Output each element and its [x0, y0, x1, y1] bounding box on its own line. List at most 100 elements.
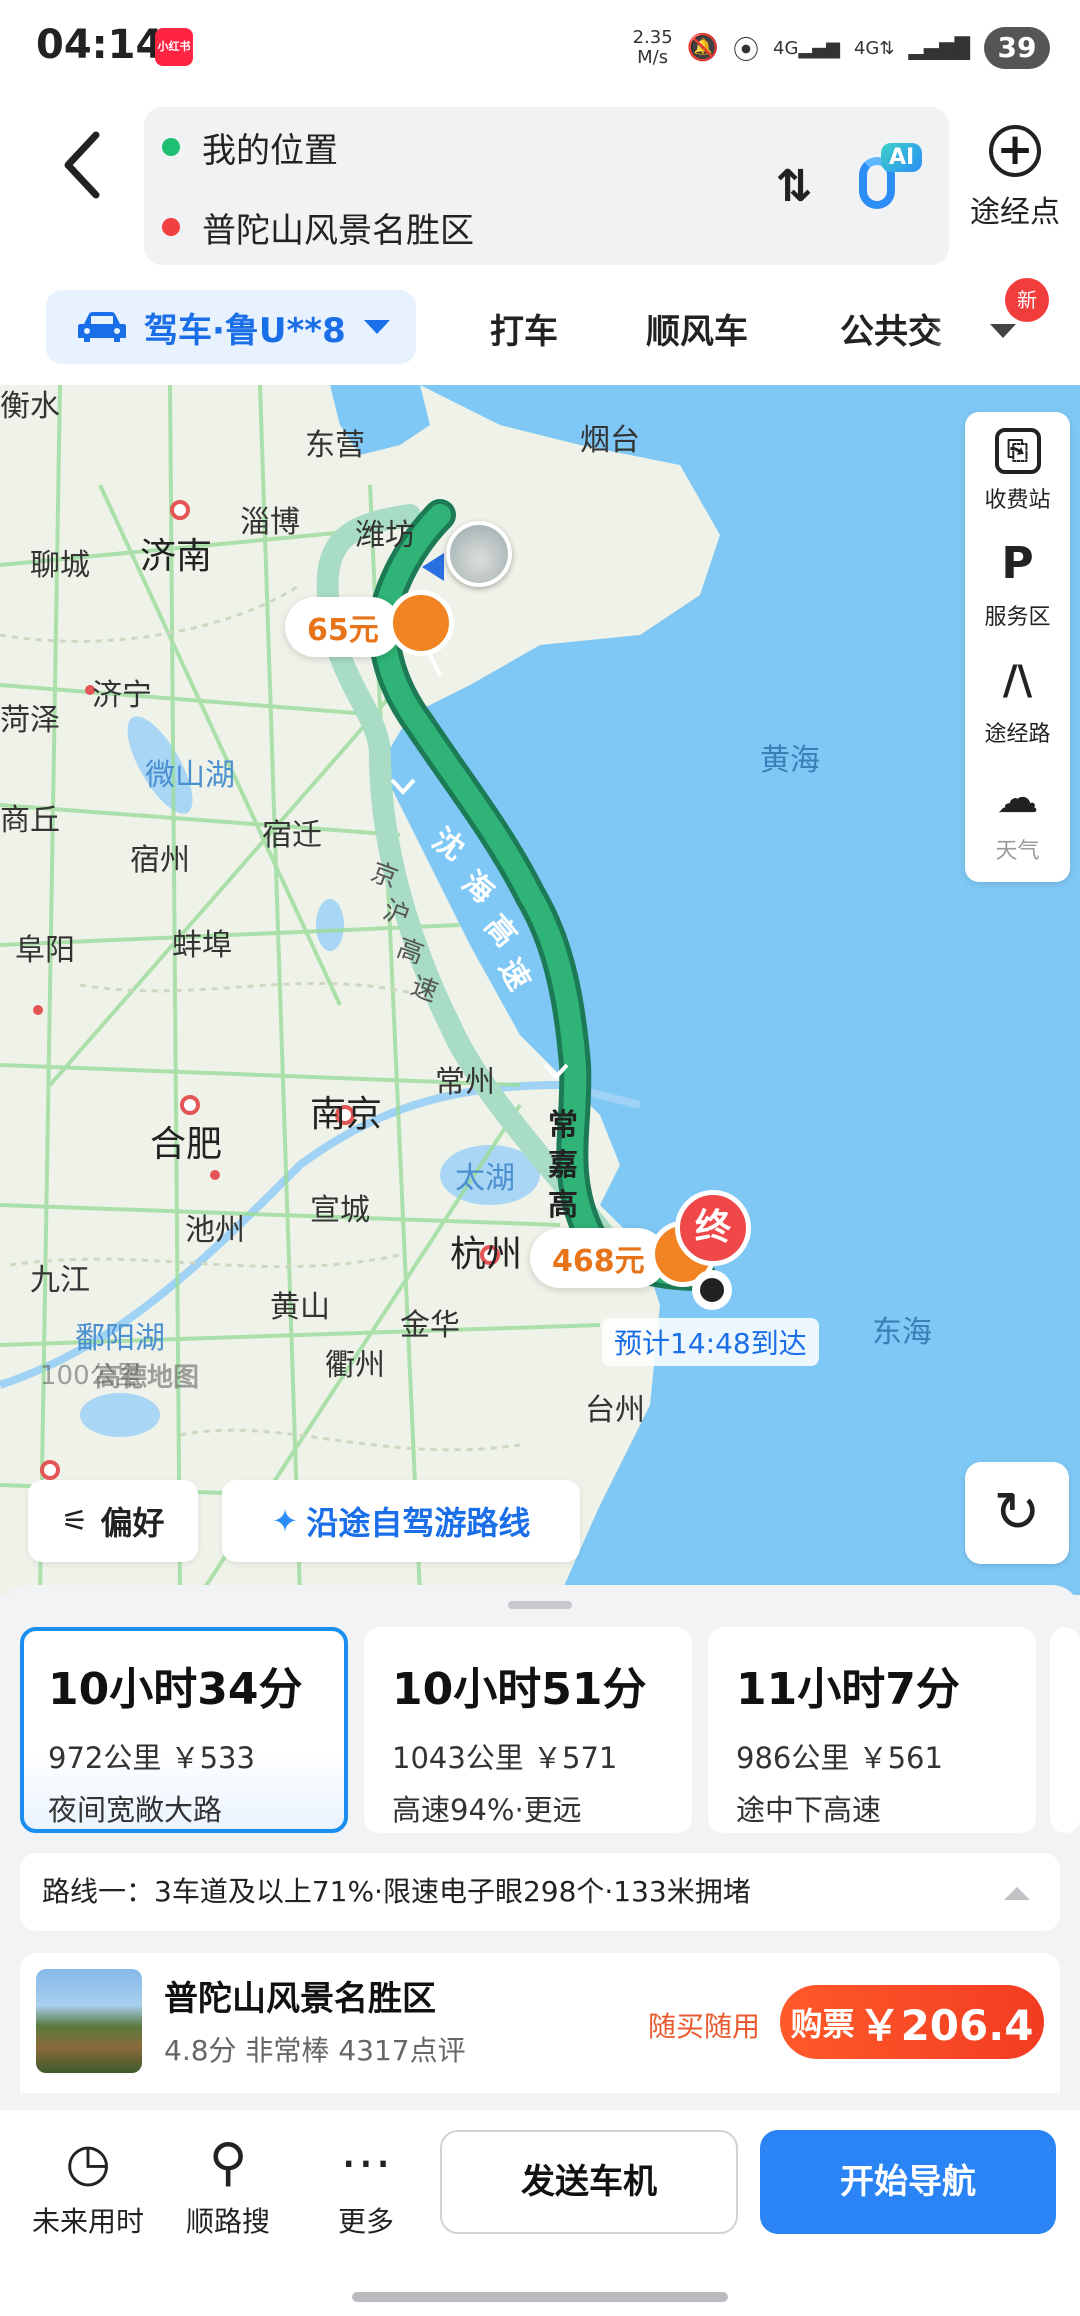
waypoint-label: 途经点: [970, 195, 1060, 230]
plus-circle-icon: +: [989, 125, 1041, 177]
map-label-city: 九江: [30, 1263, 90, 1298]
map-label-city: 聊城: [30, 548, 90, 583]
route-summary-bar[interactable]: 路线一：3车道及以上71%·限速电子眼298个·133米拥堵: [20, 1853, 1060, 1931]
add-waypoint-button[interactable]: + 途经点: [965, 125, 1065, 231]
car-avatar-icon: [450, 525, 508, 583]
map-label-city: 金华: [400, 1308, 460, 1343]
sparkle-icon: ✦: [271, 1502, 299, 1540]
start-navigation-button[interactable]: 开始导航: [760, 2130, 1056, 2234]
route-tag: 途中下高速: [736, 1793, 882, 1827]
back-button[interactable]: [48, 115, 118, 215]
location-icon: ⦿: [733, 35, 760, 66]
map-label-city: 常州: [435, 1065, 495, 1100]
toll-station-toggle[interactable]: ⎘ 收费站: [965, 412, 1070, 529]
via-road-label: 途经路: [984, 721, 1051, 747]
net-speed: 2.35 M/s: [632, 27, 673, 68]
future-time-button[interactable]: ◷ 未来用时: [18, 2132, 158, 2240]
new-badge: 新: [1005, 278, 1049, 322]
drag-handle[interactable]: [508, 1601, 572, 1609]
route-duration: 10小时34分: [48, 1664, 303, 1715]
map-label-lake: 微山湖: [145, 758, 235, 793]
send-to-car-button[interactable]: 发送车机: [440, 2130, 738, 2234]
preference-label: 偏好: [100, 1504, 165, 1542]
poi-rating: 4.8分 非常棒 4317点评: [164, 2034, 466, 2067]
route-option-2[interactable]: 10小时51分 1043公里 ￥571 高速94%·更远: [364, 1627, 692, 1833]
more-dots-icon: ⋯: [340, 2133, 392, 2193]
mute-icon: 🔕: [686, 33, 720, 63]
map-label-city: 蚌埠: [172, 928, 232, 963]
along-route-search-label: 顺路搜: [185, 2205, 270, 2238]
origin-field[interactable]: 我的位置: [162, 117, 338, 177]
map-label-city: 潍坊: [355, 518, 415, 553]
chevron-down-icon: [990, 324, 1016, 338]
map-label-city: 济宁: [92, 678, 152, 713]
map-label-city: 东营: [305, 428, 365, 463]
destination-pin[interactable]: 终: [675, 1190, 751, 1266]
ticket-price: ￥206.4: [858, 2000, 1034, 2050]
toll-station-icon: ⎘: [994, 427, 1041, 474]
destination-label: 普陀山风景名胜区: [202, 210, 474, 251]
destination-dot-icon: [692, 1270, 732, 1310]
signal-icon: ▂▄▆█: [908, 36, 970, 60]
map-label-city: 宣城: [310, 1193, 370, 1228]
map-label-city: 南京: [310, 1094, 383, 1135]
weather-toggle[interactable]: ☁ 天气: [965, 763, 1070, 880]
map-label-city: 商丘: [0, 803, 60, 838]
poi-name: 普陀山风景名胜区: [164, 1979, 436, 2019]
poi-thumbnail: [36, 1969, 142, 2073]
swap-icon[interactable]: ⇅: [764, 152, 824, 222]
map-label-city: 菏泽: [0, 703, 60, 738]
current-location-marker[interactable]: [446, 521, 512, 587]
route-option-1[interactable]: 10小时34分 972公里 ￥533 夜间宽敞大路: [20, 1627, 348, 1833]
bottom-action-bar: ◷ 未来用时 ⚲ 顺路搜 ⋯ 更多 发送车机 开始导航: [0, 2110, 1080, 2316]
map-label-city: 合肥: [150, 1124, 223, 1165]
tab-carpool[interactable]: 顺风车: [646, 304, 748, 353]
via-road-toggle[interactable]: /\ 途经路: [965, 646, 1070, 763]
map-label-city: 衢州: [325, 1348, 385, 1383]
map-label-sea: 黄海: [760, 743, 820, 778]
toll-cost-start[interactable]: 65元: [285, 597, 401, 657]
more-button[interactable]: ⋯ 更多: [296, 2132, 436, 2240]
home-indicator[interactable]: [352, 2292, 728, 2302]
4g-signal-icon: 4G⇅: [853, 37, 895, 59]
map-label-city: 济南: [140, 536, 213, 577]
preference-button[interactable]: ⚟ 偏好: [28, 1480, 198, 1562]
service-area-icon: P: [1001, 537, 1034, 589]
map-label-city: 烟台: [580, 423, 640, 458]
map-label-city: 宿州: [130, 843, 190, 878]
map-label-city: 黄山: [270, 1290, 330, 1325]
route-option-more[interactable]: [1050, 1627, 1080, 1833]
map-label-lake: 鄱阳湖: [75, 1321, 165, 1356]
route-header: 我的位置 普陀山风景名胜区 ⇅ AI + 途经点 驾车·鲁U**8 打车 顺风车…: [0, 95, 1080, 385]
route-option-3[interactable]: 11小时7分 986公里 ￥561 途中下高速: [708, 1627, 1036, 1833]
toll-cost-end[interactable]: 468元: [530, 1228, 667, 1288]
car-icon: [78, 312, 126, 342]
refresh-button[interactable]: ↻: [965, 1462, 1069, 1564]
origin-label: 我的位置: [202, 130, 338, 171]
refresh-icon: ↻: [993, 1480, 1041, 1545]
tab-taxi[interactable]: 打车: [490, 304, 558, 353]
map-label-sea: 东海: [872, 1315, 932, 1350]
service-area-toggle[interactable]: P 服务区: [965, 529, 1070, 646]
map-view[interactable]: 衡水 东营 烟台 淄博 潍坊 济南 聊城 济宁 菏泽 微山湖 黄海 商丘 宿迁 …: [0, 385, 1080, 1595]
tab-drive[interactable]: 驾车·鲁U**8: [46, 290, 416, 364]
map-label-city: 阜阳: [15, 933, 75, 968]
map-label-city: 杭州: [450, 1234, 523, 1275]
along-route-search-button[interactable]: ⚲ 顺路搜: [158, 2132, 298, 2240]
chevron-left-icon: [64, 131, 100, 199]
tab-transit[interactable]: 公共交: [840, 304, 970, 353]
roadtrip-label: 沿途自驾游路线: [306, 1504, 531, 1542]
notification-app-icon: 小红书: [155, 28, 193, 66]
caret-down-icon: [363, 320, 390, 334]
road-label: 高: [548, 1188, 578, 1223]
roadtrip-routes-button[interactable]: ✦ 沿途自驾游路线: [222, 1480, 580, 1562]
buy-ticket-button[interactable]: 购票 ￥206.4: [780, 1985, 1044, 2059]
status-time: 04:14: [36, 22, 164, 68]
destination-field[interactable]: 普陀山风景名胜区: [162, 197, 474, 257]
destination-poi-card[interactable]: 普陀山风景名胜区 4.8分 非常棒 4317点评 随买随用 购票 ￥206.4: [20, 1953, 1060, 2093]
ai-voice-button[interactable]: AI: [849, 137, 929, 227]
weather-label: 天气: [995, 838, 1040, 864]
toll-booth-icon[interactable]: [388, 590, 454, 656]
4g-signal-icon: 4G▂▄▆: [773, 37, 840, 59]
eta-label: 预计14:48到达: [602, 1318, 819, 1366]
